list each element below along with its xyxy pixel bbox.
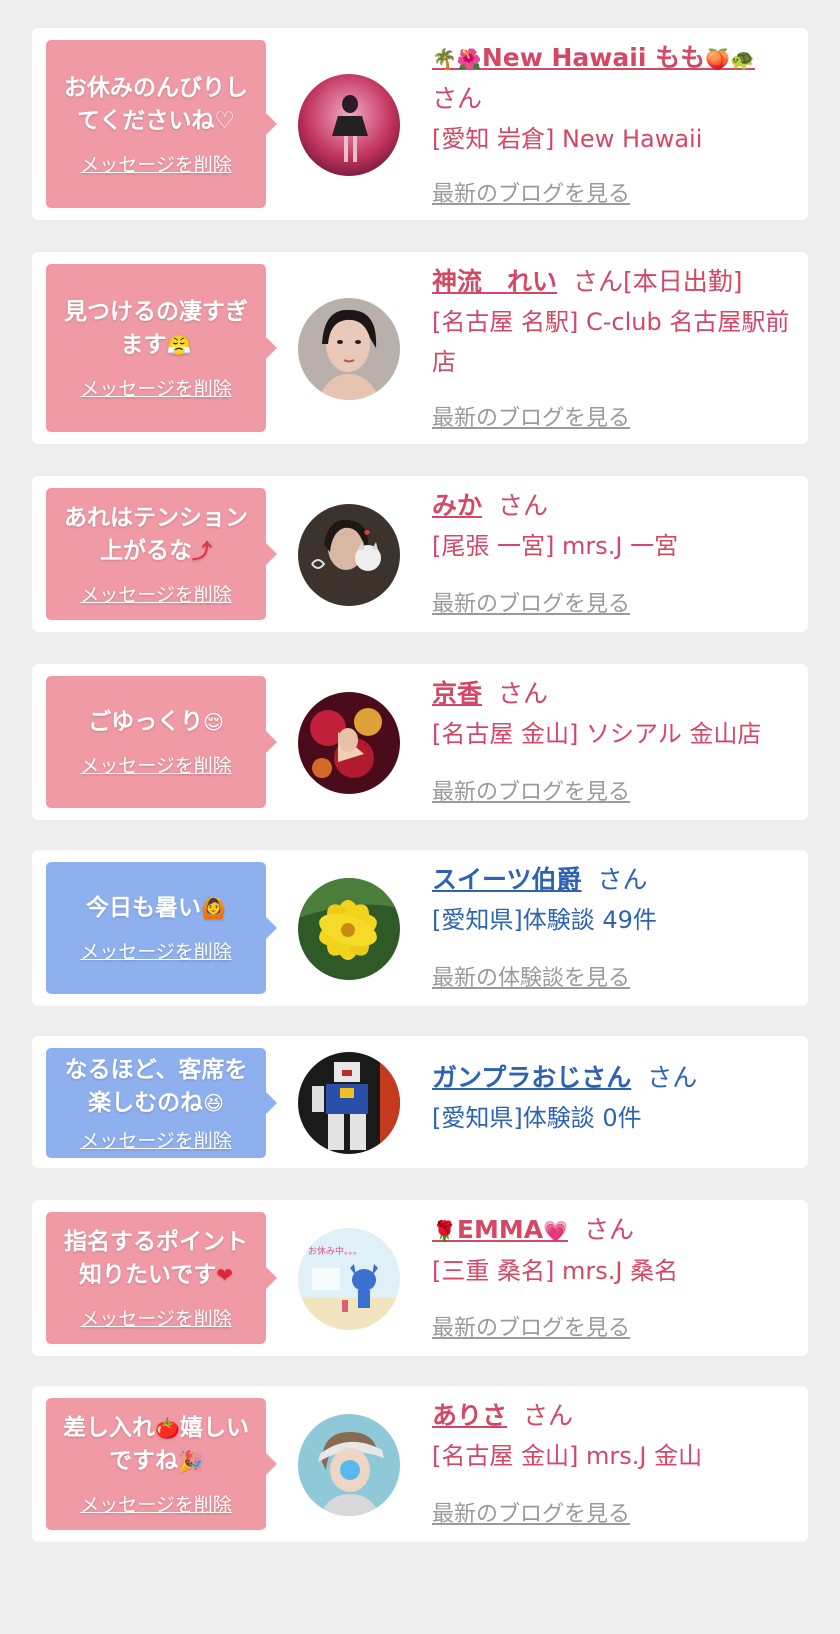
message-bubble: あれはテンション 上がるな⤴ メッセージを削除 <box>46 488 277 620</box>
message-bubble: 指名するポイント 知りたいです❤ メッセージを削除 <box>46 1212 277 1344</box>
message-card: 見つけるの凄すぎ ます😤 メッセージを削除 神流 れい さん[本日出勤] [名古屋… <box>32 252 808 444</box>
honorific: さん[本日出勤] <box>573 267 743 296</box>
avatar[interactable] <box>298 878 400 980</box>
delete-message-link[interactable]: メッセージを削除 <box>80 751 232 778</box>
shop-location: [愛知 岩倉] New Hawaii <box>432 125 703 153</box>
avatar[interactable] <box>298 692 400 794</box>
message-list: お休みのんびりし てくださいね♡ メッセージを削除 🌴🌺New Hawaii も… <box>0 0 840 1634</box>
avatar[interactable] <box>298 504 400 606</box>
reviewer-name-link[interactable]: スイーツ伯爵 <box>432 865 582 894</box>
palm-hibiscus-icon: 🌴🌺 <box>432 47 482 71</box>
message-card: あれはテンション 上がるな⤴ メッセージを削除 みか さん [尾張 一宮] mrs… <box>32 476 808 632</box>
delete-message-link[interactable]: メッセージを削除 <box>80 1490 232 1517</box>
message-card: お休みのんびりし てくださいね♡ メッセージを削除 🌴🌺New Hawaii も… <box>32 28 808 220</box>
cast-info: 京香 さん [名古屋 金山] ソシアル 金山店 <box>432 674 790 754</box>
arrow-up-icon: ⤴ <box>192 538 212 563</box>
cast-name-link[interactable]: 神流 れい <box>432 267 557 296</box>
honorific: さん <box>498 679 549 708</box>
message-bubble: ごゆっくり😌 メッセージを削除 <box>46 676 277 808</box>
party-popper-icon: 🎉 <box>178 1448 203 1473</box>
cast-info: ガンプラおじさん さん [愛知県]体験談 0件 <box>432 1058 790 1138</box>
message-text: お休みのんびりし てくださいね♡ <box>64 74 248 134</box>
delete-message-link[interactable]: メッセージを削除 <box>80 1304 232 1331</box>
relieved-face-icon: 😌 <box>203 710 224 734</box>
message-text: ごゆっくり😌 <box>88 709 224 735</box>
delete-message-link[interactable]: メッセージを削除 <box>80 937 232 964</box>
message-card: ごゆっくり😌 メッセージを削除 京香 さん [名古屋 金山] ソシアル 金山店 最… <box>32 664 808 820</box>
honorific: さん <box>523 1401 574 1430</box>
honorific: さん <box>432 84 483 113</box>
pink-heart-icon: 💗 <box>543 1219 568 1243</box>
review-count: [愛知県]体験談 0件 <box>432 1104 642 1132</box>
shop-location: [尾張 一宮] mrs.J 一宮 <box>432 532 679 560</box>
latest-blog-link[interactable]: 最新のブログを見る <box>432 400 630 432</box>
laughing-face-icon: 😆 <box>203 1090 224 1115</box>
delete-message-link[interactable]: メッセージを削除 <box>80 150 232 177</box>
message-bubble: 差し入れ🍅嬉しい ですね🎉 メッセージを削除 <box>46 1398 277 1530</box>
gesture-icon: 🙆 <box>201 896 226 920</box>
latest-review-link[interactable]: 最新の体験談を見る <box>432 960 630 992</box>
shop-location: [三重 桑名] mrs.J 桑名 <box>432 1257 679 1285</box>
avatar[interactable] <box>298 298 400 400</box>
latest-blog-link[interactable]: 最新のブログを見る <box>432 774 630 806</box>
message-card: なるほど、客席を 楽しむのね😆 メッセージを削除 ガンプラおじさん さん [愛知… <box>32 1036 808 1168</box>
avatar[interactable] <box>298 1052 400 1154</box>
message-text: あれはテンション 上がるな⤴ <box>64 504 248 564</box>
cast-info: ありさ さん [名古屋 金山] mrs.J 金山 <box>432 1396 790 1476</box>
cast-info: みか さん [尾張 一宮] mrs.J 一宮 <box>432 486 790 566</box>
message-text: なるほど、客席を 楽しむのね😆 <box>64 1056 248 1116</box>
cast-name-link[interactable]: 京香 <box>432 679 482 708</box>
peach-turtle-icon: 🍑🐢 <box>705 47 755 71</box>
cast-info: 神流 れい さん[本日出勤] [名古屋 名駅] C-club 名古屋駅前店 <box>432 262 790 382</box>
shop-location: [名古屋 名駅] C-club 名古屋駅前店 <box>432 308 790 376</box>
cast-name-link[interactable]: みか <box>432 491 482 520</box>
angry-face-icon: 😤 <box>166 332 192 357</box>
message-text: 今日も暑い🙆 <box>86 895 226 921</box>
message-text: 見つけるの凄すぎ ます😤 <box>64 298 248 358</box>
latest-blog-link[interactable]: 最新のブログを見る <box>432 1496 630 1528</box>
message-bubble: 見つけるの凄すぎ ます😤 メッセージを削除 <box>46 264 277 432</box>
avatar[interactable]: お休み中。。。 <box>298 1228 400 1330</box>
latest-blog-link[interactable]: 最新のブログを見る <box>432 586 630 618</box>
message-card: 指名するポイント 知りたいです❤ メッセージを削除 お休み中。。。 🌹EMMA💗… <box>32 1200 808 1356</box>
honorific: さん <box>597 865 648 894</box>
latest-blog-link[interactable]: 最新のブログを見る <box>432 176 630 208</box>
review-count: [愛知県]体験談 49件 <box>432 906 657 934</box>
heart-icon: ❤ <box>216 1262 234 1287</box>
cast-name-link[interactable]: 🌹EMMA💗 <box>432 1215 568 1244</box>
message-card: 今日も暑い🙆 メッセージを削除 スイーツ伯爵 さん [愛知県]体験談 49件 最… <box>32 850 808 1006</box>
avatar-caption: お休み中。。。 <box>308 1245 362 1257</box>
message-bubble: お休みのんびりし てくださいね♡ メッセージを削除 <box>46 40 277 208</box>
avatar[interactable] <box>298 1414 400 1516</box>
reviewer-name-link[interactable]: ガンプラおじさん <box>432 1063 631 1092</box>
delete-message-link[interactable]: メッセージを削除 <box>80 1126 232 1153</box>
message-text: 指名するポイント 知りたいです❤ <box>64 1228 248 1288</box>
honorific: さん <box>647 1063 698 1092</box>
cast-info: スイーツ伯爵 さん [愛知県]体験談 49件 <box>432 860 790 940</box>
honorific: さん <box>498 491 549 520</box>
cast-name-link[interactable]: ありさ <box>432 1401 507 1430</box>
avatar[interactable] <box>298 74 400 176</box>
delete-message-link[interactable]: メッセージを削除 <box>80 580 232 607</box>
shop-location: [名古屋 金山] mrs.J 金山 <box>432 1442 703 1470</box>
delete-message-link[interactable]: メッセージを削除 <box>80 374 232 401</box>
cast-info: 🌹EMMA💗 さん [三重 桑名] mrs.J 桑名 <box>432 1210 790 1291</box>
latest-blog-link[interactable]: 最新のブログを見る <box>432 1310 630 1342</box>
tomato-icon: 🍅 <box>155 1415 180 1440</box>
honorific: さん <box>584 1215 635 1244</box>
message-card: 差し入れ🍅嬉しい ですね🎉 メッセージを削除 ありさ さん [名古屋 金山] mr… <box>32 1386 808 1542</box>
message-text: 差し入れ🍅嬉しい ですね🎉 <box>63 1414 249 1474</box>
rose-icon: 🌹 <box>432 1219 457 1243</box>
message-bubble: なるほど、客席を 楽しむのね😆 メッセージを削除 <box>46 1048 277 1158</box>
shop-location: [名古屋 金山] ソシアル 金山店 <box>432 720 762 748</box>
cast-name-link[interactable]: 🌴🌺New Hawaii もも🍑🐢 <box>432 43 755 72</box>
cast-info: 🌴🌺New Hawaii もも🍑🐢 さん [愛知 岩倉] New Hawaii <box>432 38 790 159</box>
message-bubble: 今日も暑い🙆 メッセージを削除 <box>46 862 277 994</box>
